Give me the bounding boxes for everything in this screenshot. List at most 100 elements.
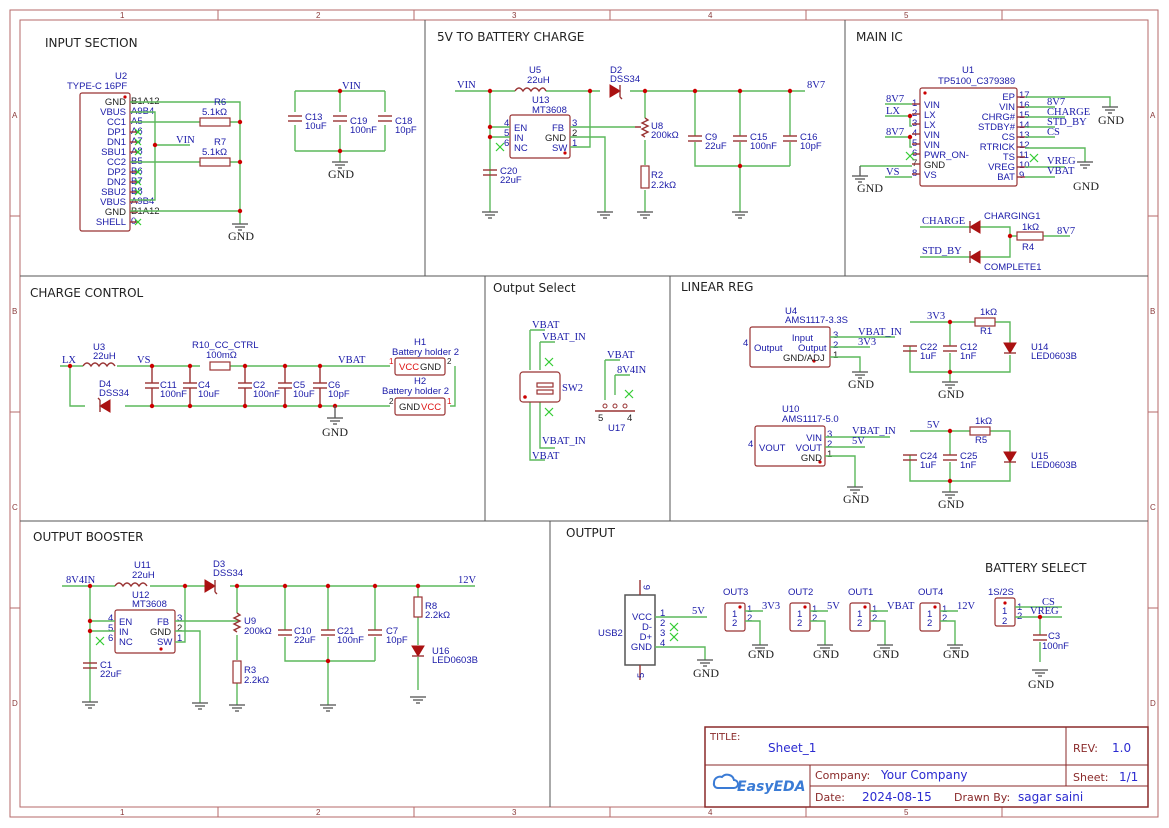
net-label: 5V bbox=[852, 436, 865, 447]
pin-num: 2 bbox=[942, 613, 947, 624]
title-label: TITLE: bbox=[709, 732, 740, 743]
gnd-label: GND bbox=[938, 387, 964, 401]
grid-row-label: A bbox=[1150, 111, 1156, 120]
easyeda-logo-text: EasyEDA bbox=[737, 779, 806, 795]
sw2-ref: SW2 bbox=[562, 383, 583, 394]
gnd-label: GND bbox=[873, 647, 899, 661]
cap-value: 10uF bbox=[198, 389, 220, 400]
grid-col-label: 5 bbox=[904, 11, 909, 20]
r2-resistor[interactable] bbox=[640, 165, 650, 189]
section-title-input: INPUT SECTION bbox=[45, 36, 138, 50]
pin-num: 1 bbox=[833, 350, 838, 361]
u14-led-icon bbox=[1003, 342, 1017, 354]
charging-led-icon bbox=[969, 220, 981, 234]
d2-diode bbox=[609, 84, 621, 98]
c13-value: 10uF bbox=[305, 121, 327, 132]
net-vs: VS bbox=[137, 355, 151, 366]
r8-value: 2.2kΩ bbox=[425, 610, 450, 621]
pin-num: 6 bbox=[504, 138, 509, 149]
net-label: 3V3 bbox=[927, 311, 945, 322]
net-label: 5V bbox=[927, 420, 940, 431]
pin-label: GND bbox=[631, 642, 652, 653]
r4-resistor[interactable] bbox=[1016, 231, 1044, 241]
gnd-label: GND bbox=[328, 167, 354, 181]
charge5v-section: VIN 8V7 U5 22uH D2 DSS34 U13 MT3608 EN I… bbox=[455, 65, 825, 219]
pin-label: VS bbox=[924, 170, 937, 181]
pin-label: 2 bbox=[797, 618, 802, 629]
complete1-ref: COMPLETE1 bbox=[984, 262, 1042, 273]
r8-resistor[interactable] bbox=[413, 596, 423, 618]
grid-row-label: C bbox=[12, 503, 18, 512]
r4-ref: R4 bbox=[1022, 242, 1034, 253]
net-vin: VIN bbox=[176, 135, 195, 146]
net-8v7: 8V7 bbox=[1057, 226, 1075, 237]
ground-icon bbox=[597, 211, 613, 219]
pin-label: GND bbox=[801, 453, 822, 464]
r7-resistor[interactable] bbox=[199, 157, 231, 167]
net-vin: VIN bbox=[457, 80, 476, 91]
net-label: 8V7 bbox=[886, 94, 904, 105]
r6-resistor[interactable] bbox=[199, 117, 231, 127]
c25-value: 1nF bbox=[960, 460, 977, 471]
pin-num: 1 bbox=[827, 449, 832, 460]
h1-pin1: VCC bbox=[399, 362, 419, 373]
net-std-by: STD_BY bbox=[922, 246, 962, 257]
r1-ref: R1 bbox=[980, 326, 992, 337]
u10-value: AMS1117-5.0 bbox=[782, 414, 839, 425]
u17-ref: U17 bbox=[608, 423, 625, 434]
ground-icon bbox=[192, 702, 208, 710]
net-label: CS bbox=[1047, 127, 1060, 138]
c21-value: 100nF bbox=[337, 635, 364, 646]
pin-num: 4 bbox=[748, 439, 753, 450]
gnd-label: GND bbox=[857, 181, 883, 195]
u4-value: AMS1117-3.3S bbox=[785, 315, 848, 326]
pin-label: SW bbox=[157, 637, 172, 648]
d4-value: DSS34 bbox=[99, 388, 129, 399]
net-vin: VIN bbox=[342, 81, 361, 92]
h2-pin1: GND bbox=[399, 402, 420, 413]
complete-led-icon bbox=[969, 250, 981, 264]
section-title-outsel: Output Select bbox=[493, 281, 576, 295]
u14-value: LED0603B bbox=[1031, 351, 1077, 362]
u17-pin5: 5 bbox=[598, 413, 603, 424]
pin-label: NC bbox=[514, 143, 528, 154]
company-label: Company: bbox=[815, 769, 870, 782]
input-section: U2 TYPE-C 16PF GNDB1A12VBUSA9B4CC1A5DP1A… bbox=[67, 71, 417, 243]
r10-value: 100mΩ bbox=[206, 350, 237, 361]
r5-resistor[interactable] bbox=[969, 426, 991, 436]
h2-value: Battery holder 2 bbox=[382, 386, 449, 397]
h2-pin2: VCC bbox=[421, 402, 441, 413]
ground-icon bbox=[482, 211, 498, 219]
grid-row-label: D bbox=[1150, 699, 1156, 708]
c20-value: 22uF bbox=[500, 175, 522, 186]
d2-value: DSS34 bbox=[610, 74, 640, 85]
pin-num: 1 bbox=[389, 357, 394, 366]
u16-led-icon bbox=[411, 645, 425, 657]
c1-value: 22uF bbox=[100, 669, 122, 680]
r5-ref: R5 bbox=[975, 435, 987, 446]
net-label: 5V bbox=[827, 601, 840, 612]
u3-value: 22uH bbox=[93, 351, 116, 362]
output-section: 6 5 USB2 VCC D- D+ GND 1 2 3 4 5V GND OU… bbox=[598, 580, 1069, 691]
section-title-output: OUTPUT bbox=[566, 526, 616, 540]
r10-resistor[interactable] bbox=[209, 361, 231, 371]
section-title-mainic: MAIN IC bbox=[856, 30, 903, 44]
r3-resistor[interactable] bbox=[232, 660, 242, 684]
ground-icon bbox=[320, 704, 336, 712]
c19-value: 100nF bbox=[350, 125, 377, 136]
cap-value: 10uF bbox=[293, 389, 315, 400]
gnd-label: GND bbox=[322, 425, 348, 439]
pin-label: 2 bbox=[732, 618, 737, 629]
section-title-batsel: BATTERY SELECT bbox=[985, 561, 1087, 575]
date-label: Date: bbox=[815, 791, 845, 804]
u5-inductor bbox=[514, 87, 547, 93]
ground-icon bbox=[229, 704, 245, 712]
net-label: LX bbox=[886, 106, 900, 117]
section-title-charge5v: 5V TO BATTERY CHARGE bbox=[437, 30, 584, 44]
u13-value: MT3608 bbox=[532, 105, 567, 116]
cap-value: 100nF bbox=[253, 389, 280, 400]
net-vbat: VBAT bbox=[338, 355, 366, 366]
r1-resistor[interactable] bbox=[974, 317, 996, 327]
linreg-section: U4 AMS1117-3.3S Output Input Output GND/… bbox=[743, 306, 1077, 511]
r5-value: 1kΩ bbox=[975, 416, 992, 427]
